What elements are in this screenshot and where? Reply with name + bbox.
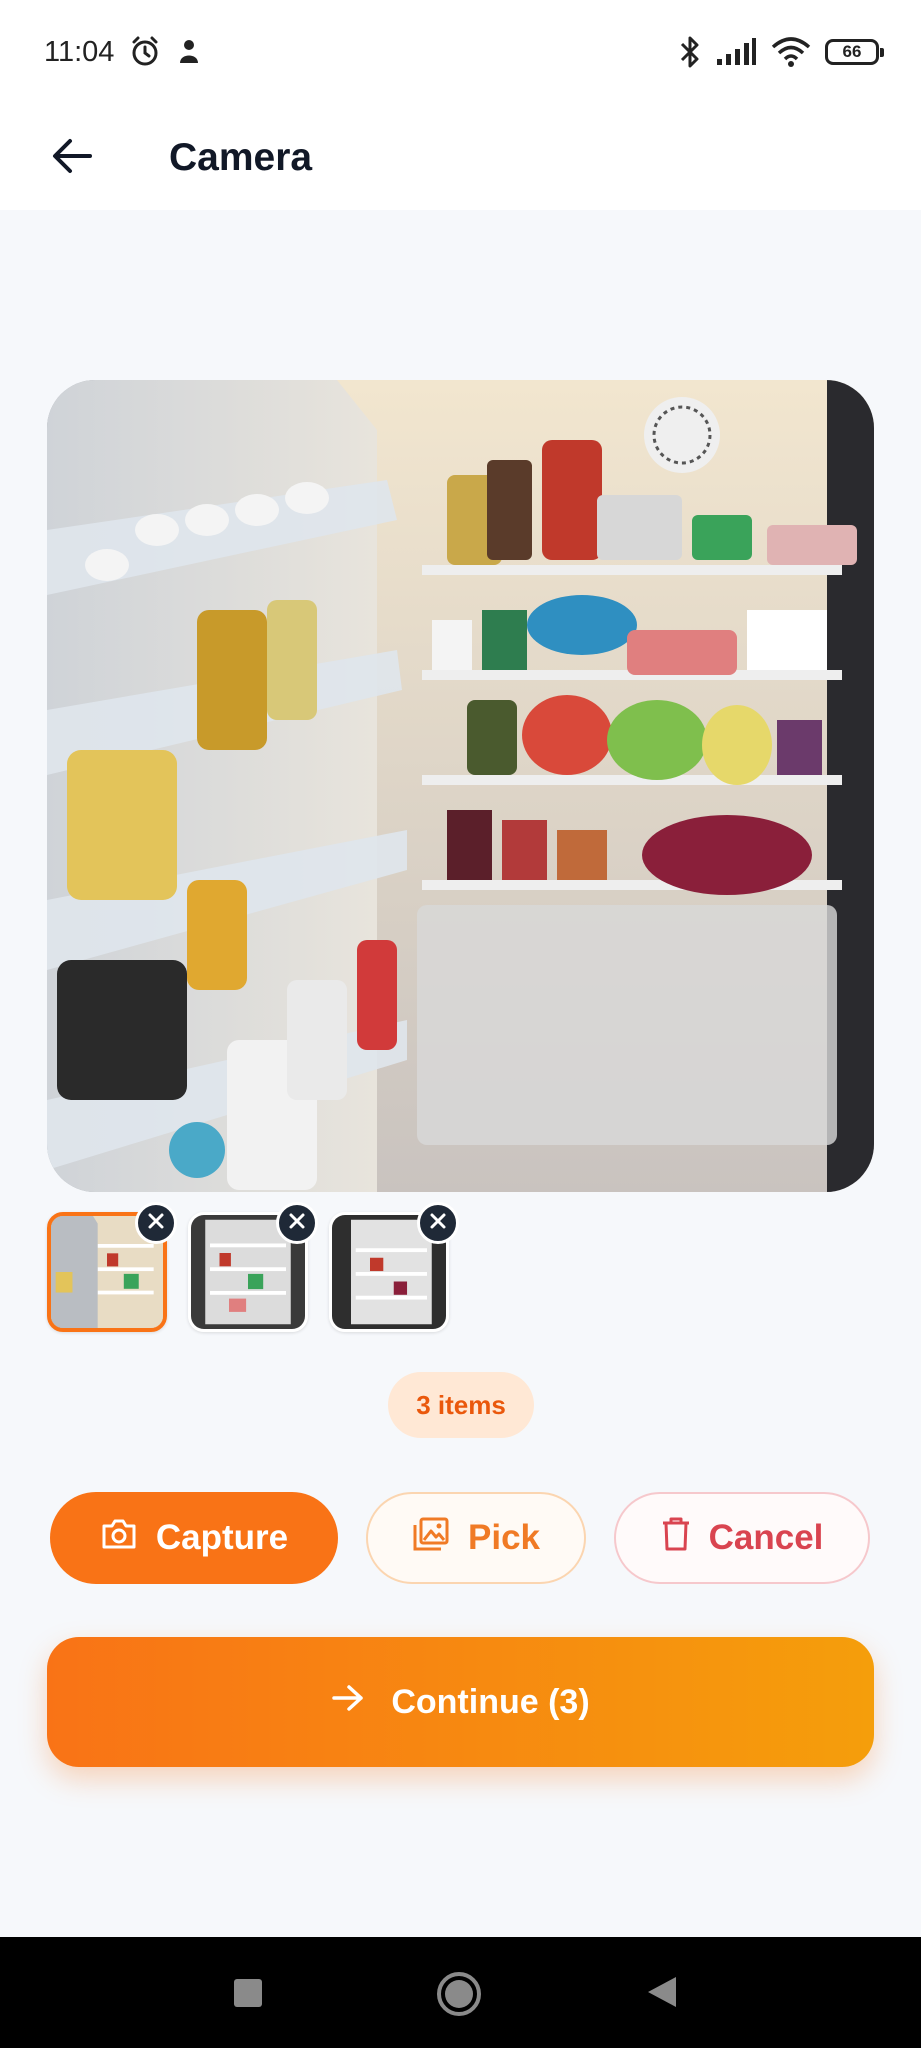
back-nav-button[interactable] <box>644 1973 680 2016</box>
cancel-label: Cancel <box>708 1518 824 1557</box>
pick-label: Pick <box>468 1518 540 1557</box>
back-button[interactable] <box>42 128 102 188</box>
remove-thumbnail-3-button[interactable] <box>417 1202 459 1244</box>
status-bar: 11:04 66 <box>0 0 921 104</box>
page-title: Camera <box>169 136 313 179</box>
system-nav-bar <box>0 1937 921 2048</box>
trash-icon <box>661 1516 691 1561</box>
close-icon <box>429 1212 447 1235</box>
signal-icon <box>715 37 757 67</box>
continue-label: Continue (3) <box>391 1682 590 1721</box>
remove-thumbnail-1-button[interactable] <box>135 1202 177 1244</box>
recents-button[interactable] <box>230 1975 266 2016</box>
photo-preview <box>47 380 874 1192</box>
continue-button[interactable]: Continue (3) <box>47 1637 874 1767</box>
app-bar: Camera <box>0 104 921 210</box>
home-icon <box>434 1969 484 2024</box>
capture-button[interactable]: Capture <box>50 1492 338 1584</box>
item-count-badge: 3 items <box>388 1372 534 1438</box>
cancel-button[interactable]: Cancel <box>614 1492 870 1584</box>
arrow-right-icon <box>331 1683 365 1722</box>
bluetooth-icon <box>679 35 701 69</box>
alarm-icon <box>128 35 162 69</box>
arrow-left-icon <box>50 136 94 181</box>
pick-button[interactable]: Pick <box>366 1492 586 1584</box>
remove-thumbnail-2-button[interactable] <box>276 1202 318 1244</box>
battery-icon: 66 <box>825 39 884 65</box>
capture-label: Capture <box>155 1518 289 1557</box>
close-icon <box>288 1212 306 1235</box>
thumbnail-strip <box>47 1202 547 1332</box>
image-icon <box>412 1516 450 1561</box>
back-icon <box>644 1973 680 2016</box>
close-icon <box>147 1212 165 1235</box>
camera-icon <box>100 1517 138 1560</box>
status-time: 11:04 <box>44 35 115 68</box>
wifi-icon <box>771 37 811 67</box>
notification-icon <box>176 37 202 67</box>
recents-icon <box>230 1975 266 2016</box>
home-button[interactable] <box>434 1969 484 2024</box>
